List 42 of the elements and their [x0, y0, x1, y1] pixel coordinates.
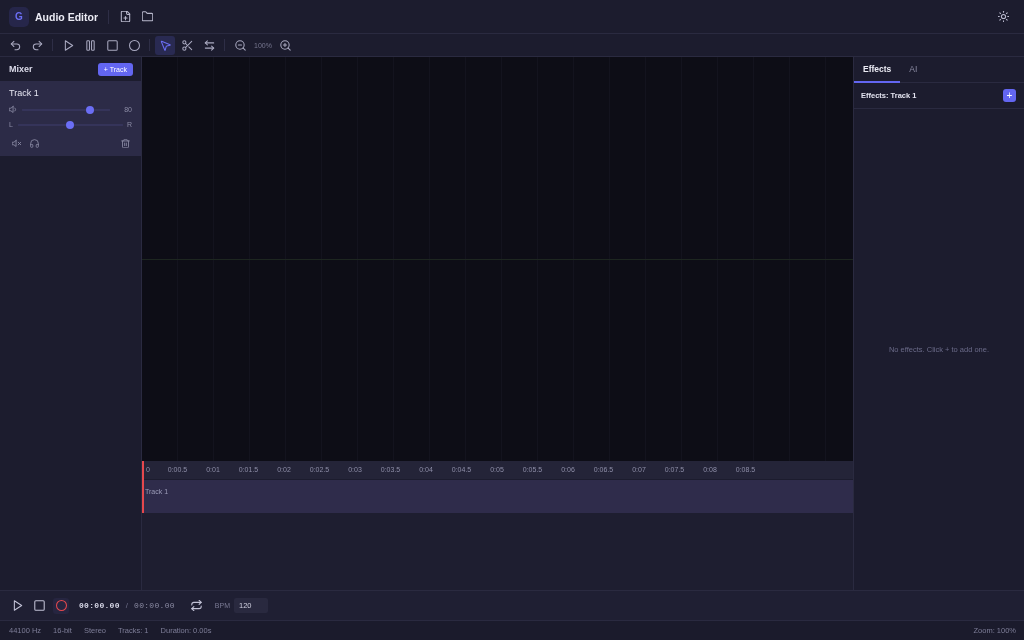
- panel-tab[interactable]: AI: [900, 57, 927, 83]
- app-title: Audio Editor: [35, 10, 98, 23]
- mixer-title: Mixer: [9, 64, 33, 74]
- file-plus-icon: [119, 11, 131, 22]
- trash-icon: [120, 138, 130, 148]
- panel-tab[interactable]: Effects: [854, 57, 901, 83]
- speaker-muted-icon: [11, 138, 21, 148]
- slider-thumb[interactable]: [86, 105, 94, 114]
- folder-icon: [141, 11, 153, 22]
- mute-button[interactable]: [9, 137, 23, 149]
- headphones-icon: [29, 138, 39, 148]
- scissors-icon: [181, 39, 193, 51]
- pointer-tool-button[interactable]: [155, 35, 175, 55]
- current-time: 00:00.00: [79, 601, 120, 610]
- time-separator: /: [125, 601, 129, 610]
- stop-button[interactable]: [31, 597, 47, 614]
- app-logo: G: [9, 6, 29, 27]
- play-icon: [62, 39, 74, 51]
- record-icon: [55, 600, 67, 611]
- loop-button[interactable]: [188, 597, 205, 614]
- sun-icon: [997, 11, 1009, 22]
- add-effect-button[interactable]: +: [1003, 89, 1016, 102]
- swap-arrows-icon: [203, 39, 215, 51]
- solo-button[interactable]: [27, 137, 41, 149]
- undo-icon: [9, 39, 21, 51]
- repeat-icon: [191, 600, 203, 611]
- circle-icon: [128, 39, 140, 51]
- stop-icon: [106, 39, 118, 51]
- play-icon: [11, 600, 23, 611]
- pause-icon: [84, 39, 96, 51]
- pointer-icon: [159, 39, 171, 51]
- track-name: Track 1: [9, 88, 40, 98]
- record-button[interactable]: [53, 597, 69, 614]
- redo-icon: [31, 39, 43, 51]
- speaker-icon: [9, 105, 18, 114]
- zoom-out-icon: [234, 39, 246, 51]
- stop-icon: [33, 600, 45, 611]
- delete-track-button[interactable]: [118, 137, 132, 149]
- total-duration: 00:00.00: [134, 601, 175, 610]
- slider-thumb[interactable]: [66, 120, 75, 129]
- zoom-in-icon: [280, 39, 292, 51]
- playhead-marker[interactable]: [142, 461, 144, 513]
